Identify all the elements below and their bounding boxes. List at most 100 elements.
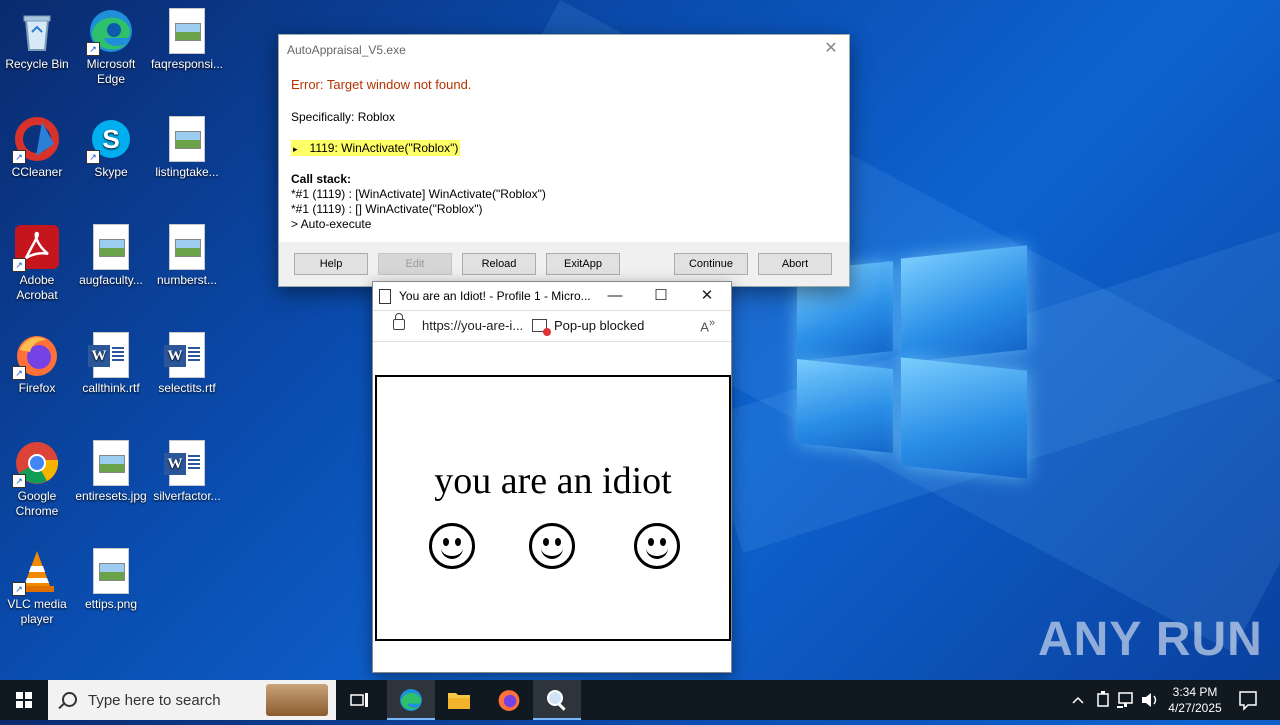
lock-icon	[393, 313, 405, 330]
url-text[interactable]: https://you-are-i...	[422, 318, 540, 333]
shortcut-arrow-icon: ↗	[12, 258, 26, 272]
shortcut-arrow-icon: ↗	[86, 42, 100, 56]
logo-pane	[901, 245, 1027, 363]
shortcut-arrow-icon: ↗	[12, 150, 26, 164]
desktop: Recycle Bin ↗ CCleaner ↗ Adobe Acrobat ↗…	[0, 0, 1280, 680]
desktop-icon-silverfactor[interactable]: W silverfactor...	[150, 440, 224, 504]
taskbar-search-box[interactable]: Type here to search	[48, 680, 336, 720]
taskbar: Type here to search 3:34 PM 4/27/2025	[0, 680, 1280, 720]
popup-blocked-icon	[532, 319, 551, 336]
network-icon[interactable]	[1116, 680, 1136, 720]
edit-button[interactable]: Edit	[378, 253, 452, 275]
start-button[interactable]	[0, 680, 48, 720]
dialog-title: AutoAppraisal_V5.exe	[287, 43, 406, 57]
recycle-bin-icon	[14, 8, 60, 54]
callstack-line: *#1 (1119) : [] WinActivate("Roblox")	[291, 202, 483, 216]
icon-label: silverfactor...	[153, 489, 221, 503]
desktop-icon-skype[interactable]: S ↗ Skype	[74, 116, 148, 180]
image-file-icon	[164, 116, 210, 162]
page-heading: you are an idiot	[434, 460, 672, 502]
search-placeholder: Type here to search	[88, 692, 221, 709]
image-file-icon	[164, 8, 210, 54]
taskbar-autoit-icon[interactable]	[533, 680, 581, 720]
continue-button[interactable]: Continue	[674, 253, 748, 275]
dialog-body: Error: Target window not found. Specific…	[291, 77, 837, 231]
show-hidden-icons-icon[interactable]	[1070, 680, 1086, 720]
icon-label: Recycle Bin	[5, 57, 69, 71]
browser-titlebar: You are an Idiot! - Profile 1 - Micro...…	[373, 282, 731, 311]
skype-icon: S ↗	[86, 116, 134, 164]
firefox-icon: ↗	[12, 332, 60, 380]
desktop-icon-entiresets[interactable]: entiresets.jpg	[74, 440, 148, 504]
read-aloud-icon[interactable]: A»	[700, 317, 715, 334]
smiley-icon	[429, 523, 475, 569]
word-document-icon: W	[164, 440, 210, 486]
taskbar-clock[interactable]: 3:34 PM 4/27/2025	[1160, 684, 1230, 716]
volume-icon[interactable]	[1140, 680, 1160, 720]
taskbar-file-explorer-icon[interactable]	[435, 680, 483, 720]
desktop-icon-ettips[interactable]: ettips.png	[74, 548, 148, 612]
icon-label: selectits.rtf	[158, 381, 216, 395]
tray-device-icon[interactable]	[1094, 680, 1112, 720]
minimize-icon[interactable]: —	[595, 284, 635, 308]
word-document-icon: W	[88, 332, 134, 378]
address-bar[interactable]: https://you-are-i... Pop-up blocked A»	[373, 311, 731, 342]
icon-label: Microsoft Edge	[86, 57, 136, 86]
search-icon	[62, 692, 77, 707]
close-icon[interactable]: ✕	[687, 284, 727, 308]
taskbar-edge-icon[interactable]	[387, 680, 435, 720]
clock-time: 3:34 PM	[1172, 685, 1218, 699]
taskbar-firefox-icon[interactable]	[485, 680, 533, 720]
vlc-icon: ↗	[12, 548, 60, 596]
icon-label: augfaculty...	[79, 273, 143, 287]
notifications-icon[interactable]	[1236, 680, 1260, 720]
logo-pane	[797, 358, 893, 454]
adobe-acrobat-icon: ↗	[12, 224, 60, 272]
desktop-icon-augfaculty[interactable]: augfaculty...	[74, 224, 148, 288]
desktop-icon-callthink[interactable]: W callthink.rtf	[74, 332, 148, 396]
desktop-icon-adobe-acrobat[interactable]: ↗ Adobe Acrobat	[0, 224, 74, 303]
reload-button[interactable]: Reload	[462, 253, 536, 275]
page-icon	[379, 289, 391, 304]
error-line: ▸ 1119: WinActivate("Roblox")	[291, 140, 837, 156]
desktop-icon-recycle-bin[interactable]: Recycle Bin	[0, 8, 74, 72]
desktop-icon-ccleaner[interactable]: ↗ CCleaner	[0, 116, 74, 180]
dialog-footer: Help Edit Reload ExitApp Continue Abort	[279, 242, 849, 286]
icon-label: VLC media player	[7, 597, 67, 626]
desktop-icon-google-chrome[interactable]: ↗ Google Chrome	[0, 440, 74, 519]
task-view-icon[interactable]	[336, 680, 384, 720]
specifically-text: Specifically: Roblox	[291, 110, 396, 124]
desktop-icon-faqresponsi[interactable]: faqresponsi...	[150, 8, 224, 72]
popup-blocked-indicator[interactable]: Pop-up blocked	[532, 318, 645, 336]
desktop-icon-vlc[interactable]: ↗ VLC media player	[0, 548, 74, 627]
exitapp-button[interactable]: ExitApp	[546, 253, 620, 275]
popup-blocked-label: Pop-up blocked	[554, 318, 645, 333]
abort-button[interactable]: Abort	[758, 253, 832, 275]
icon-label: Adobe Acrobat	[16, 273, 58, 302]
help-button[interactable]: Help	[294, 253, 368, 275]
image-file-icon	[164, 224, 210, 270]
callstack-line: *#1 (1119) : [WinActivate] WinActivate("…	[291, 187, 546, 201]
image-file-icon	[88, 440, 134, 486]
close-icon[interactable]: ✕	[821, 39, 841, 59]
error-dialog: AutoAppraisal_V5.exe ✕ Error: Target win…	[278, 34, 850, 287]
icon-label: Firefox	[18, 381, 56, 395]
desktop-icon-numberst[interactable]: numberst...	[150, 224, 224, 288]
desktop-icon-microsoft-edge[interactable]: ↗ Microsoft Edge	[74, 8, 148, 87]
image-file-icon	[88, 224, 134, 270]
icon-label: ettips.png	[84, 597, 138, 611]
icon-label: Google Chrome	[15, 489, 59, 518]
desktop-icon-firefox[interactable]: ↗ Firefox	[0, 332, 74, 396]
line-marker-icon: ▸	[293, 144, 298, 154]
shortcut-arrow-icon: ↗	[12, 582, 26, 596]
logo-pane	[901, 357, 1027, 479]
icon-label: entiresets.jpg	[75, 489, 147, 503]
shortcut-arrow-icon: ↗	[12, 474, 26, 488]
icon-label: Skype	[94, 165, 128, 179]
search-highlight-image	[266, 684, 328, 716]
desktop-icon-selectits[interactable]: W selectits.rtf	[150, 332, 224, 396]
maximize-icon[interactable]: ☐	[641, 284, 681, 308]
desktop-icon-listingtake[interactable]: listingtake...	[150, 116, 224, 180]
icon-label: callthink.rtf	[82, 381, 140, 395]
windows-start-icon	[16, 692, 32, 708]
